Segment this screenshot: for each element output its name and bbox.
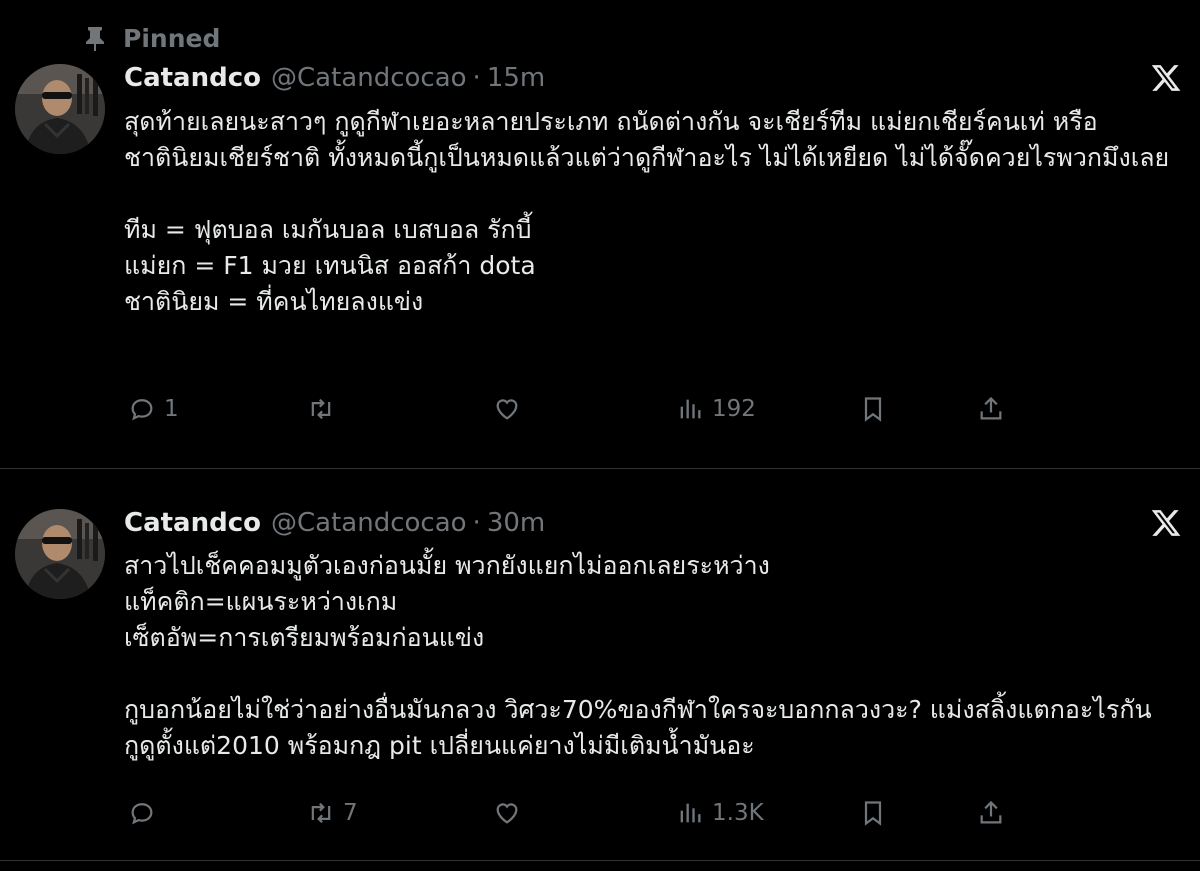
views-count: 192 [712, 396, 756, 422]
avatar[interactable] [15, 509, 105, 599]
tweet-header: Catandco @Catandcocao · 15m [124, 58, 545, 98]
tweet-header: Catandco @Catandcocao · 30m [124, 503, 545, 543]
like-button[interactable] [493, 793, 529, 833]
divider [0, 468, 1200, 469]
divider [0, 860, 1200, 861]
retweet-count: 7 [343, 800, 358, 826]
bookmark-button[interactable] [859, 793, 887, 833]
tweet-text: สาวไปเช็คคอมมูตัวเองก่อนมั้ย พวกยังแยกไม… [124, 551, 1152, 760]
tweet-actions: 7 1.3K [124, 793, 1124, 833]
like-icon [496, 399, 518, 420]
tweet-text: สุดท้ายเลยนะสาวๆ กูดูกีฬาเยอะหลายประเภท … [124, 107, 1170, 316]
tweet-1[interactable]: Pinned Catandco @Catandcocao · 15m สุดท้… [0, 0, 1200, 468]
like-icon [496, 803, 518, 824]
avatar-image [15, 64, 105, 154]
bookmark-icon [864, 397, 882, 422]
x-logo-icon[interactable] [1150, 507, 1182, 539]
bookmark-button[interactable] [859, 389, 887, 429]
retweet-icon [311, 802, 331, 824]
views-icon [680, 399, 701, 419]
reply-button[interactable] [128, 793, 164, 833]
reply-icon [131, 399, 153, 421]
avatar-image [15, 509, 105, 599]
author-name[interactable]: Catandco [124, 63, 261, 93]
views-count: 1.3K [712, 800, 764, 826]
pin-icon [86, 27, 104, 51]
share-icon [980, 800, 1002, 824]
reply-icon [131, 803, 153, 825]
retweet-button[interactable]: 7 [307, 793, 358, 833]
tweet-2[interactable]: Catandco @Catandcocao · 30m สาวไปเช็คคอม… [0, 470, 1200, 860]
x-logo-icon[interactable] [1150, 62, 1182, 94]
separator-dot: · [472, 508, 481, 538]
retweet-icon [311, 398, 331, 420]
retweet-button[interactable] [307, 389, 343, 429]
tweet-time[interactable]: 15m [487, 63, 545, 93]
author-name[interactable]: Catandco [124, 508, 261, 538]
views-button[interactable]: 1.3K [676, 793, 764, 833]
author-handle[interactable]: @Catandcocao [271, 508, 467, 538]
bookmark-icon [864, 801, 882, 826]
avatar[interactable] [15, 64, 105, 154]
pinned-label: Pinned [123, 23, 221, 53]
pinned-indicator: Pinned [84, 22, 220, 54]
author-handle[interactable]: @Catandcocao [271, 63, 467, 93]
separator-dot: · [472, 63, 481, 93]
share-button[interactable] [977, 793, 1005, 833]
views-button[interactable]: 192 [676, 389, 756, 429]
reply-button[interactable]: 1 [128, 389, 179, 429]
tweet-time[interactable]: 30m [487, 508, 545, 538]
share-icon [980, 396, 1002, 420]
reply-count: 1 [164, 396, 179, 422]
tweet-actions: 1 192 [124, 389, 1124, 429]
like-button[interactable] [493, 389, 529, 429]
views-icon [680, 803, 701, 823]
share-button[interactable] [977, 389, 1005, 429]
